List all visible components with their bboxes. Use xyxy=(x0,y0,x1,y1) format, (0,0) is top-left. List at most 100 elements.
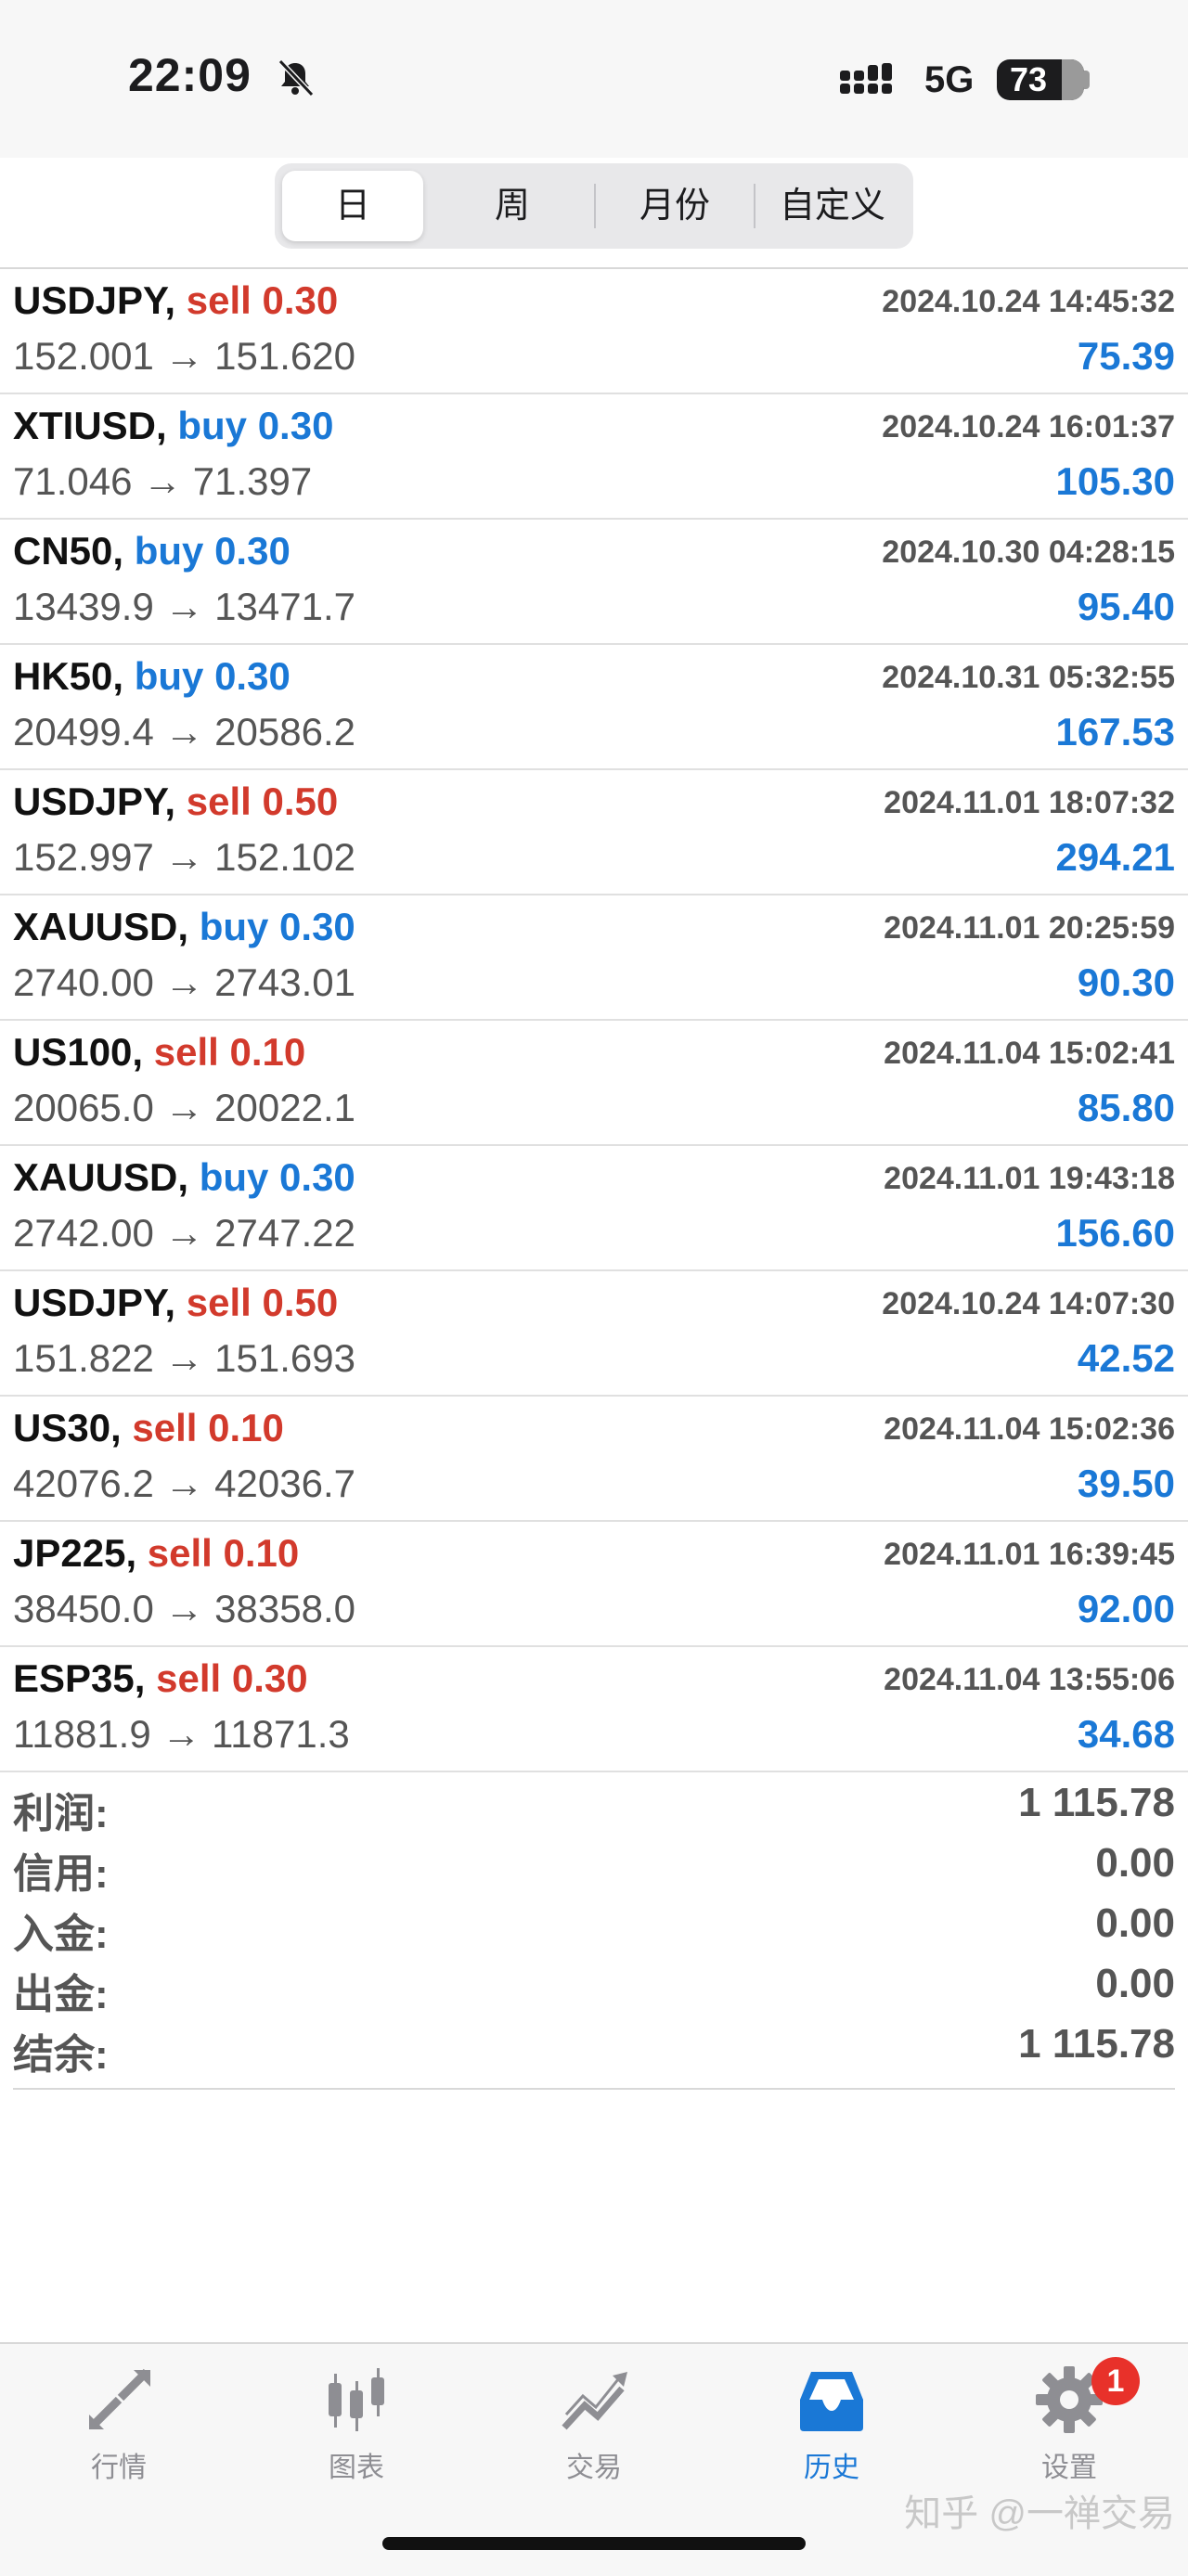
battery-icon: 73 xyxy=(997,59,1084,100)
status-bar: 22:09 5G 73 xyxy=(0,0,1188,158)
tab-label: 行情 xyxy=(91,2453,147,2483)
trade-prices: 38450.0 → 38358.0 xyxy=(13,1587,355,1630)
trade-side: sell xyxy=(186,779,252,823)
trade-row[interactable]: CN50, buy 0.30 2024.10.30 04:28:15 13439… xyxy=(0,520,1188,645)
summary-value: 0.00 xyxy=(1095,1840,1175,1886)
bell-muted-icon xyxy=(278,58,315,97)
trade-row[interactable]: USDJPY, sell 0.30 2024.10.24 14:45:32 15… xyxy=(0,269,1188,394)
notification-badge: 1 xyxy=(1091,2357,1140,2405)
trade-side: sell xyxy=(147,1531,213,1575)
trade-history-list: USDJPY, sell 0.30 2024.10.24 14:45:32 15… xyxy=(0,269,1188,1772)
summary-label: 利润: xyxy=(13,1791,109,1836)
trade-datetime: 2024.10.24 14:45:32 xyxy=(882,284,1175,319)
tab-charts[interactable]: 图表 xyxy=(273,2363,440,2502)
trade-volume: 0.10 xyxy=(229,1030,306,1074)
trade-side: sell xyxy=(186,1281,252,1324)
network-type: 5G xyxy=(924,59,975,100)
trade-side: sell xyxy=(132,1406,198,1449)
trade-symbol: USDJPY, xyxy=(13,278,176,322)
trade-symbol: XAUUSD, xyxy=(13,1155,189,1199)
battery-nub xyxy=(1084,71,1090,89)
segment-month[interactable]: 月份 xyxy=(598,163,752,249)
tab-settings[interactable]: 设置 1 xyxy=(986,2357,1153,2502)
summary-row-profit: 利润: 1 115.78 xyxy=(13,1774,1175,1836)
trade-side: buy xyxy=(134,529,204,573)
trade-prices: 20499.4 → 20586.2 xyxy=(13,710,355,753)
tab-trade[interactable]: 交易 xyxy=(510,2363,678,2502)
segment-week[interactable]: 周 xyxy=(438,163,587,249)
trade-datetime: 2024.11.04 15:02:41 xyxy=(884,1036,1175,1071)
trade-symbol: US100, xyxy=(13,1030,144,1074)
trade-volume: 0.30 xyxy=(214,529,291,573)
tab-label: 交易 xyxy=(566,2453,622,2483)
trade-profit: 95.40 xyxy=(1077,585,1175,628)
trade-side: buy xyxy=(199,905,269,948)
trade-profit: 294.21 xyxy=(1055,835,1175,879)
trade-prices: 13439.9 → 13471.7 xyxy=(13,585,355,628)
quotes-arrows-icon xyxy=(89,2368,150,2429)
trade-row[interactable]: US30, sell 0.10 2024.11.04 15:02:36 4207… xyxy=(0,1397,1188,1522)
trade-row[interactable]: ESP35, sell 0.30 2024.11.04 13:55:06 118… xyxy=(0,1647,1188,1772)
trade-datetime: 2024.11.01 19:43:18 xyxy=(884,1161,1175,1196)
trade-profit: 167.53 xyxy=(1055,710,1175,753)
trade-prices: 42076.2 → 42036.7 xyxy=(13,1462,355,1505)
trade-prices: 11881.9 → 11871.3 xyxy=(13,1712,350,1756)
summary-value: 0.00 xyxy=(1095,1900,1175,1946)
status-time: 22:09 xyxy=(128,49,252,101)
trade-profit: 90.30 xyxy=(1077,960,1175,1004)
trade-trend-icon xyxy=(562,2372,627,2430)
trade-datetime: 2024.11.04 15:02:36 xyxy=(884,1411,1175,1447)
trade-profit: 105.30 xyxy=(1055,459,1175,503)
segment-day[interactable]: 日 xyxy=(282,171,423,241)
trade-row[interactable]: JP225, sell 0.10 2024.11.01 16:39:45 384… xyxy=(0,1522,1188,1647)
trade-prices: 152.001 → 151.620 xyxy=(13,334,355,378)
segment-custom[interactable]: 自定义 xyxy=(755,163,910,249)
tab-label: 历史 xyxy=(804,2453,859,2483)
trade-row[interactable]: US100, sell 0.10 2024.11.04 15:02:41 200… xyxy=(0,1021,1188,1146)
trade-volume: 0.30 xyxy=(257,404,334,447)
trade-side: sell xyxy=(186,278,252,322)
battery-level: 73 xyxy=(1010,60,1048,98)
trade-volume: 0.10 xyxy=(223,1531,300,1575)
trade-side: buy xyxy=(134,654,204,698)
trade-row[interactable]: USDJPY, sell 0.50 2024.11.01 18:07:32 15… xyxy=(0,770,1188,895)
trade-prices: 151.822 → 151.693 xyxy=(13,1336,355,1380)
segment-separator xyxy=(594,184,596,228)
summary-label: 结余: xyxy=(13,2032,109,2078)
tab-label: 图表 xyxy=(329,2453,384,2483)
summary-label: 入金: xyxy=(13,1912,109,1957)
trade-symbol: USDJPY, xyxy=(13,779,176,823)
home-indicator[interactable] xyxy=(382,2537,806,2550)
summary-label: 出金: xyxy=(13,1972,109,2017)
period-segmented-control: 日 周 月份 自定义 xyxy=(275,163,913,249)
trade-symbol: JP225, xyxy=(13,1531,137,1575)
trade-volume: 0.30 xyxy=(279,1155,355,1199)
trade-symbol: USDJPY, xyxy=(13,1281,176,1324)
trade-profit: 75.39 xyxy=(1077,334,1175,378)
trade-row[interactable]: XTIUSD, buy 0.30 2024.10.24 16:01:37 71.… xyxy=(0,394,1188,520)
trade-row[interactable]: XAUUSD, buy 0.30 2024.11.01 19:43:18 274… xyxy=(0,1146,1188,1271)
trade-symbol: CN50, xyxy=(13,529,124,573)
trade-profit: 42.52 xyxy=(1077,1336,1175,1380)
trade-volume: 0.30 xyxy=(231,1656,308,1700)
trade-prices: 152.997 → 152.102 xyxy=(13,835,355,879)
tab-history[interactable]: 历史 xyxy=(748,2363,915,2502)
trade-profit: 156.60 xyxy=(1055,1211,1175,1255)
tab-quotes[interactable]: 行情 xyxy=(35,2363,202,2502)
trade-row[interactable]: XAUUSD, buy 0.30 2024.11.01 20:25:59 274… xyxy=(0,895,1188,1021)
trade-symbol: XTIUSD, xyxy=(13,404,167,447)
account-summary: 利润: 1 115.78 信用: 0.00 入金: 0.00 出金: 0.00 … xyxy=(13,1774,1175,2078)
signal-strength-icon xyxy=(840,63,892,94)
trade-prices: 2740.00 → 2743.01 xyxy=(13,960,355,1004)
trade-symbol: ESP35, xyxy=(13,1656,146,1700)
trade-datetime: 2024.10.30 04:28:15 xyxy=(882,535,1175,570)
trade-row[interactable]: HK50, buy 0.30 2024.10.31 05:32:55 20499… xyxy=(0,645,1188,770)
history-inbox-icon xyxy=(800,2372,863,2431)
candlestick-chart-icon xyxy=(329,2368,384,2431)
trade-row[interactable]: USDJPY, sell 0.50 2024.10.24 14:07:30 15… xyxy=(0,1271,1188,1397)
trade-profit: 85.80 xyxy=(1077,1086,1175,1129)
trade-volume: 0.50 xyxy=(262,779,339,823)
trade-profit: 39.50 xyxy=(1077,1462,1175,1505)
trade-volume: 0.30 xyxy=(214,654,291,698)
trade-prices: 2742.00 → 2747.22 xyxy=(13,1211,355,1255)
